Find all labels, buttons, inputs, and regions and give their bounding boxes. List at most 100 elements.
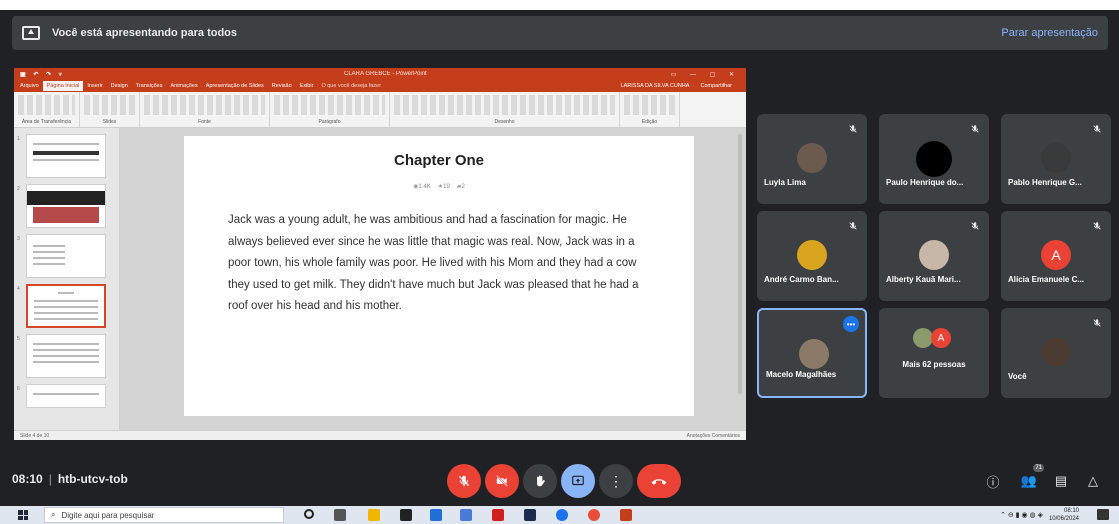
participant-tile[interactable]: Pablo Henrique G...	[1001, 114, 1111, 204]
ribbon-group-label: Área de Transferência	[21, 119, 72, 125]
ppt-workspace: 1 2 3 4 5 6 Chapter One ◉1.4K ★19 ▰2 Jac…	[14, 128, 746, 430]
system-tray: ⌃ ⊖ ▮ ◉ ◍ ◈ 08:10 10/06/2024	[1000, 507, 1079, 523]
participant-name: Paulo Henrique do...	[886, 178, 964, 187]
slide-counter: Slide 4 de 10	[20, 432, 50, 439]
chat-button[interactable]: ▤	[1050, 470, 1072, 492]
tab-arquivo[interactable]: Arquivo	[16, 81, 43, 91]
stop-presenting-button[interactable]: Parar apresentação	[1001, 27, 1098, 39]
share-button[interactable]: Compartilhar	[697, 81, 736, 91]
current-slide[interactable]: Chapter One ◉1.4K ★19 ▰2 Jack was a youn…	[184, 136, 694, 416]
tab-exibir[interactable]: Exibir	[296, 81, 318, 91]
meet-window: Você está apresentando para todos Parar …	[0, 0, 1119, 524]
participant-tile[interactable]: A Alícia Emanuele C...	[1001, 211, 1111, 301]
mic-off-button[interactable]	[447, 464, 481, 498]
participant-tile[interactable]: André Carmo Ban...	[757, 211, 867, 301]
ppt-status-bar: Slide 4 de 10 Anotações Comentários	[14, 430, 746, 440]
meeting-code[interactable]: htb-utcv-tob	[58, 472, 128, 486]
ppt-titlebar: ▣ ↶ ↷ ▿ CLARA GREBCE - PowerPoint ▭ — ▢ …	[14, 68, 746, 80]
participant-tile[interactable]: ••• Macelo Magalhães	[757, 308, 867, 398]
tab-design[interactable]: Design	[107, 81, 132, 91]
ribbon-group-font: Fonte	[140, 92, 270, 127]
cortana-icon[interactable]	[304, 509, 314, 519]
slide-body-text: Jack was a young adult, he was ambitious…	[228, 214, 639, 313]
stars-stat: ★19	[438, 183, 450, 190]
participant-tile[interactable]: Paulo Henrique do...	[879, 114, 989, 204]
people-icon: 👥	[1020, 473, 1038, 488]
tab-inserir[interactable]: Inserir	[83, 81, 106, 91]
app-icon[interactable]	[460, 509, 472, 521]
slide-thumbnail-selected[interactable]	[26, 284, 106, 328]
chrome-icon[interactable]	[588, 509, 600, 521]
participant-name: Alberty Kauã Mari...	[886, 275, 961, 284]
comments-stat: ▰2	[457, 183, 465, 190]
chat-icon: ▤	[1054, 473, 1068, 488]
meeting-details-button[interactable]: ⓘ	[982, 470, 1004, 492]
activities-button[interactable]: △	[1082, 470, 1104, 492]
leave-call-button[interactable]	[637, 464, 681, 498]
participant-tile[interactable]: A Mais 62 pessoas	[879, 308, 989, 398]
avatar	[799, 339, 829, 369]
app-icon[interactable]	[524, 509, 536, 521]
notifications-icon[interactable]	[1097, 509, 1109, 520]
slide-thumbnails: 1 2 3 4 5 6	[14, 128, 120, 430]
raise-hand-button[interactable]	[523, 464, 557, 498]
slide-scrollbar[interactable]	[738, 134, 742, 394]
thumb-number: 5	[17, 336, 20, 342]
search-placeholder: Digite aqui para pesquisar	[61, 510, 155, 520]
more-vert-icon: ⋮	[609, 473, 623, 489]
people-button[interactable]: 👥 71	[1018, 464, 1044, 492]
mic-off-icon	[1092, 121, 1102, 133]
netflix-icon[interactable]	[492, 509, 504, 521]
ribbon-group-label: Parágrafo	[318, 119, 341, 125]
store-icon[interactable]	[400, 509, 412, 521]
present-icon	[22, 26, 40, 40]
ppt-user-name: LARISSA DA SILVA CUNHA	[620, 83, 690, 89]
tray-icons[interactable]: ⌃ ⊖ ▮ ◉ ◍ ◈	[1000, 511, 1043, 519]
chrome-icon[interactable]	[556, 509, 568, 521]
more-options-button[interactable]: ⋮	[599, 464, 633, 498]
ppt-ribbon-tabs: Arquivo Página Inicial Inserir Design Tr…	[14, 80, 746, 92]
tile-options-button[interactable]: •••	[843, 316, 859, 332]
tell-me-search[interactable]: O que você deseja fazer	[317, 81, 385, 91]
meeting-info: 08:10 | htb-utcv-tob	[12, 472, 128, 486]
status-notes-comments[interactable]: Anotações Comentários	[687, 433, 740, 439]
slide-thumbnail[interactable]	[26, 184, 106, 228]
windows-start-icon[interactable]	[18, 510, 28, 520]
slide-thumbnail[interactable]	[26, 234, 106, 278]
task-view-icon[interactable]	[334, 509, 346, 521]
tab-transicoes[interactable]: Transições	[132, 81, 167, 91]
slide-thumbnail[interactable]	[26, 334, 106, 378]
slide-thumbnail[interactable]	[26, 384, 106, 408]
ribbon-group-slides: Slides	[80, 92, 140, 127]
powerpoint-icon[interactable]	[620, 509, 632, 521]
tab-animacoes[interactable]: Animações	[166, 81, 201, 91]
meeting-time: 08:10	[12, 472, 43, 486]
slide-thumbnail[interactable]	[26, 134, 106, 178]
clock-time: 08:10	[1063, 508, 1079, 514]
tab-pagina-inicial[interactable]: Página Inicial	[42, 81, 84, 91]
window-controls: ▭ — ▢ ✕	[670, 71, 740, 78]
file-explorer-icon[interactable]	[368, 509, 380, 521]
participant-name: Você	[1008, 372, 1027, 381]
present-now-button[interactable]	[561, 464, 595, 498]
thumb-number: 4	[17, 286, 20, 292]
avatar	[1041, 337, 1071, 367]
taskbar-search[interactable]: ⌕ Digite aqui para pesquisar	[44, 507, 284, 523]
tab-apresentacao[interactable]: Apresentação de Slides	[202, 81, 268, 91]
participant-tile[interactable]: Luyla Lima	[757, 114, 867, 204]
avatar	[1041, 143, 1071, 173]
participant-name: Luyla Lima	[764, 178, 806, 187]
tab-revisao[interactable]: Revisão	[268, 81, 296, 91]
app-icon[interactable]	[430, 509, 442, 521]
taskbar-clock[interactable]: 08:10 10/06/2024	[1049, 507, 1079, 523]
camera-off-button[interactable]	[485, 464, 519, 498]
presenting-banner: Você está apresentando para todos Parar …	[12, 16, 1108, 50]
participant-tile[interactable]: Alberty Kauã Mari...	[879, 211, 989, 301]
participant-tile[interactable]: Você	[1001, 308, 1111, 398]
call-end-icon	[651, 479, 667, 485]
thumb-number: 3	[17, 236, 20, 242]
top-edge	[0, 0, 1119, 10]
activities-icon: △	[1088, 473, 1098, 488]
ribbon-group-label: Desenho	[494, 119, 515, 125]
ribbon-group-paragraph: Parágrafo	[270, 92, 390, 127]
